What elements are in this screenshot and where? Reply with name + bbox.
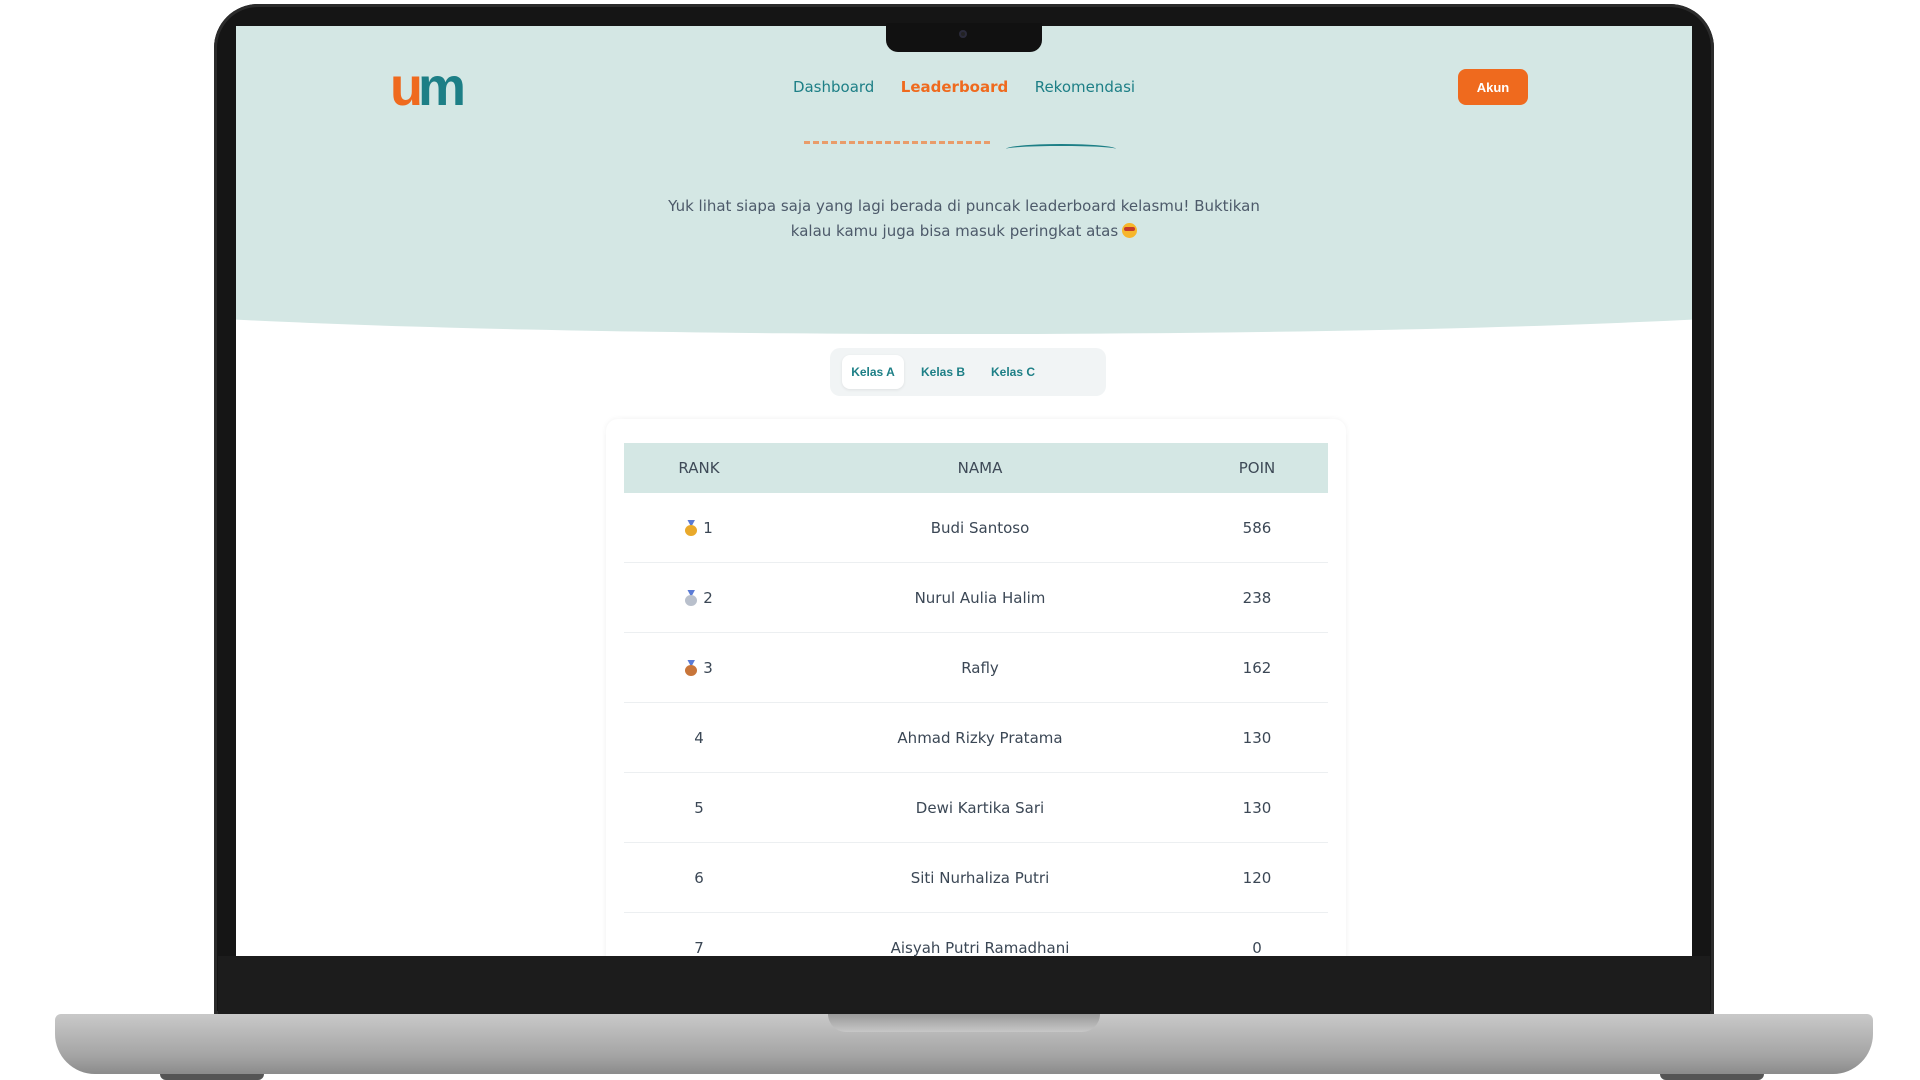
- points-cell: 120: [1186, 842, 1328, 913]
- header-nama: NAMA: [774, 443, 1186, 493]
- points-cell: 0: [1186, 912, 1328, 956]
- table-row: 4 Ahmad Rizky Pratama 130: [624, 702, 1328, 773]
- points-cell: 586: [1186, 493, 1328, 563]
- tab-kelas-b[interactable]: Kelas B: [912, 355, 974, 389]
- nav-dashboard[interactable]: Dashboard: [793, 78, 874, 96]
- table-row: 3 Rafly 162: [624, 632, 1328, 703]
- table-row: 2 Nurul Aulia Halim 238: [624, 562, 1328, 633]
- leaderboard-card: RANK NAMA POIN 1 Budi Santoso 586 2 Nuru…: [606, 419, 1346, 956]
- points-cell: 162: [1186, 632, 1328, 703]
- name-cell: Rafly: [774, 632, 1186, 703]
- header-poin: POIN: [1186, 443, 1328, 493]
- nav-leaderboard[interactable]: Leaderboard: [901, 78, 1008, 96]
- rank-cell: 5: [624, 772, 774, 843]
- nav-rekomendasi[interactable]: Rekomendasi: [1035, 78, 1135, 96]
- laptop-foot: [1660, 1074, 1764, 1080]
- rank-cell: 3: [624, 632, 774, 703]
- app-screen: um Dashboard Leaderboard Rekomendasi Aku…: [236, 26, 1692, 956]
- name-cell: Budi Santoso: [774, 493, 1186, 563]
- rank-cell: 1: [624, 493, 774, 563]
- laptop-foot: [160, 1074, 264, 1080]
- table-row: 5 Dewi Kartika Sari 130: [624, 772, 1328, 843]
- class-tabs: Kelas A Kelas B Kelas C: [830, 348, 1106, 396]
- table-row: 6 Siti Nurhaliza Putri 120: [624, 842, 1328, 913]
- table-row: 1 Budi Santoso 586: [624, 493, 1328, 563]
- silver-medal-icon: [685, 590, 698, 606]
- header-rank: RANK: [624, 443, 774, 493]
- bronze-medal-icon: [685, 660, 698, 676]
- tab-kelas-c[interactable]: Kelas C: [982, 355, 1044, 389]
- rank-cell: 4: [624, 702, 774, 773]
- leaderboard-table: RANK NAMA POIN 1 Budi Santoso 586 2 Nuru…: [624, 443, 1328, 956]
- cool-face-emoji-icon: [1122, 223, 1138, 238]
- table-header-row: RANK NAMA POIN: [624, 443, 1328, 493]
- page-title-partial: [804, 141, 990, 147]
- table-row: 7 Aisyah Putri Ramadhani 0: [624, 912, 1328, 956]
- name-cell: Siti Nurhaliza Putri: [774, 842, 1186, 913]
- laptop-opening-notch: [828, 1014, 1100, 1032]
- name-cell: Nurul Aulia Halim: [774, 562, 1186, 633]
- rank-cell: 6: [624, 842, 774, 913]
- points-cell: 130: [1186, 772, 1328, 843]
- gold-medal-icon: [685, 520, 698, 536]
- points-cell: 238: [1186, 562, 1328, 633]
- laptop-bezel-bottom: [218, 956, 1710, 1014]
- page-subtitle: Yuk lihat siapa saja yang lagi berada di…: [668, 197, 1260, 240]
- title-underline: [1006, 144, 1116, 154]
- rank-cell: 7: [624, 912, 774, 956]
- rank-cell: 2: [624, 562, 774, 633]
- account-button[interactable]: Akun: [1458, 69, 1528, 105]
- name-cell: Aisyah Putri Ramadhani: [774, 912, 1186, 956]
- tab-kelas-a[interactable]: Kelas A: [842, 355, 904, 389]
- camera-icon: [959, 30, 967, 38]
- name-cell: Ahmad Rizky Pratama: [774, 702, 1186, 773]
- camera-notch: [886, 23, 1042, 52]
- points-cell: 130: [1186, 702, 1328, 773]
- name-cell: Dewi Kartika Sari: [774, 772, 1186, 843]
